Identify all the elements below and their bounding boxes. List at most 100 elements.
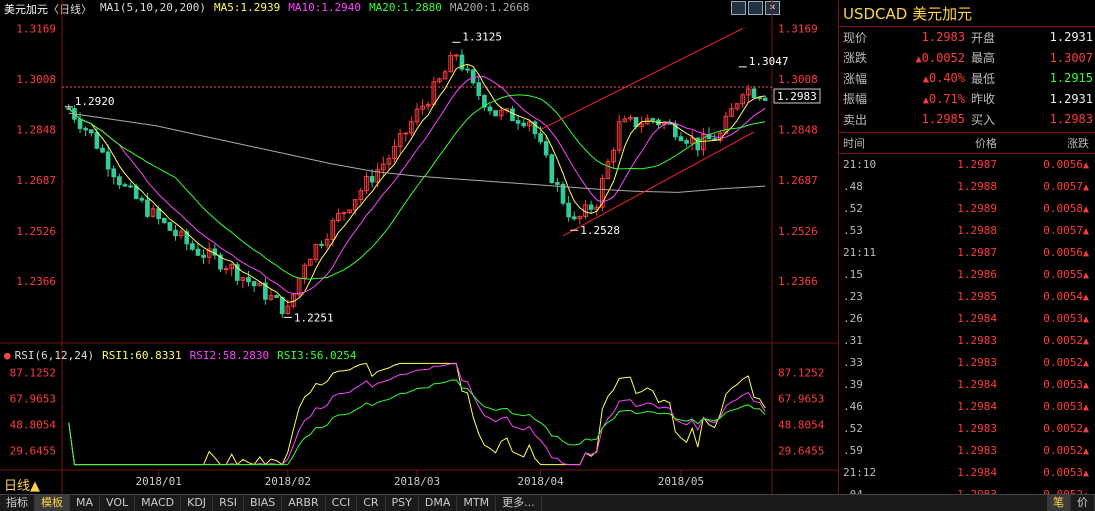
indicator-tab[interactable]: PSY: [386, 495, 419, 511]
tick-change: 0.0053▲: [1043, 312, 1089, 325]
tick-time: 21:12: [843, 466, 877, 479]
indicator-tab[interactable]: RSI: [213, 495, 244, 511]
tick-row: .15 1.2986 0.0055▲: [839, 264, 1095, 286]
candle-down: [173, 229, 178, 237]
indicator-tab[interactable]: 指标: [0, 495, 35, 511]
quote-label: 昨收: [971, 92, 996, 107]
indicator-tab[interactable]: CCI: [326, 495, 358, 511]
chart-area[interactable]: 美元加元 〈日线〉 MA1(5,10,20,200) MA5:1.2939 MA…: [0, 0, 838, 494]
candle-down: [139, 197, 145, 201]
quote-label: 涨幅: [843, 71, 868, 86]
x-tick-label: 2018/01: [135, 475, 181, 488]
indicator-tab[interactable]: VOL: [100, 495, 136, 511]
up-arrow-icon: ▲: [1082, 226, 1089, 237]
channel-upper-line: [540, 28, 743, 130]
rsi-tick-label-left: 67.9653: [10, 393, 56, 406]
indicator-tab[interactable]: ARBR: [282, 495, 326, 511]
panel-tab[interactable]: 笔: [1047, 495, 1071, 511]
candle-down: [538, 133, 543, 143]
candle-up: [453, 54, 459, 57]
tick-change: 0.0053▲: [1043, 378, 1089, 391]
indicator-tab[interactable]: MACD: [135, 495, 182, 511]
quote-panel: USDCAD 美元加元 现价 1.2983 开盘 1.2931 涨跌 ▲0.0052 最高 1…: [838, 0, 1095, 501]
tab-spacer: [542, 495, 1047, 511]
tick-row: .26 1.2984 0.0053▲: [839, 308, 1095, 330]
rsi-tick-label-left: 87.1252: [10, 367, 56, 380]
quote-value: ▲0.0052: [915, 50, 965, 65]
candle-down: [83, 127, 88, 131]
quote-label: 最低: [971, 71, 996, 86]
candle-down: [493, 110, 498, 117]
up-arrow-icon: ▲: [1082, 314, 1089, 325]
quote-value: 1.2915: [1049, 71, 1093, 86]
candle-down: [145, 199, 150, 217]
price-chart-svg[interactable]: 1.3169 1.3169 1.3008 1.3008 1.2848 1.2848 1.26…: [0, 0, 838, 494]
indicator-tab[interactable]: 更多...: [496, 495, 542, 511]
annotation-label: 1.2920: [75, 95, 115, 108]
tick-row: 21:10 1.2987 0.0056▲: [839, 154, 1095, 176]
candle-down: [100, 147, 105, 153]
quote-label: 卖出: [843, 112, 868, 127]
candle-down: [762, 97, 768, 101]
candle-down: [117, 176, 122, 186]
candle-down: [695, 137, 701, 151]
rsi3-value: RSI3:56.0254: [277, 349, 357, 362]
candle-down: [246, 277, 251, 283]
candle-down: [515, 120, 521, 124]
ma5-line: [68, 63, 766, 303]
candle-down: [650, 118, 656, 121]
candle-down: [470, 69, 476, 84]
tick-price: 1.2983: [957, 422, 997, 435]
tick-time: .31: [843, 334, 863, 347]
candle-down: [105, 151, 111, 170]
annotation-label: 1.2528: [580, 224, 620, 237]
quote-label: 开盘: [971, 30, 996, 45]
y-tick-label-left: 1.3169: [16, 22, 56, 35]
candle-down: [487, 106, 493, 112]
tick-change: 0.0052▲: [1043, 422, 1089, 435]
indicator-tab[interactable]: CR: [357, 495, 386, 511]
panel-tab[interactable]: 价: [1071, 495, 1095, 511]
up-arrow-icon: ▲: [1082, 424, 1089, 435]
tick-row: .53 1.2988 0.0057▲: [839, 220, 1095, 242]
x-tick-label: 2018/02: [265, 475, 311, 488]
tick-time: 21:10: [843, 158, 877, 171]
indicator-tab[interactable]: 模板: [35, 495, 70, 511]
tick-price: 1.2989: [957, 202, 997, 215]
indicator-tab[interactable]: MA: [70, 495, 101, 511]
current-price-label: 1.2983: [777, 90, 817, 103]
up-arrow-icon: ▲: [1082, 160, 1089, 171]
quote-label: 涨跌: [843, 51, 868, 66]
tick-row: .52 1.2983 0.0052▲: [839, 418, 1095, 440]
tick-time: .53: [843, 224, 863, 237]
rsi-line-rsi3: [68, 379, 766, 466]
tick-change: 0.0054▲: [1043, 290, 1089, 303]
tick-row: .52 1.2989 0.0058▲: [839, 198, 1095, 220]
candle-down: [156, 208, 161, 220]
candle-down: [555, 182, 560, 185]
rsi-title: RSI(6,12,24): [14, 349, 95, 362]
tick-list: 21:10 1.2987 0.0056▲ .48 1.2988 0.0057▲ .52 1.2…: [839, 154, 1095, 506]
y-tick-label-left: 1.2366: [16, 275, 56, 288]
candle-down: [111, 168, 117, 178]
y-tick-label-left: 1.2848: [16, 123, 56, 136]
y-tick-label-left: 1.2526: [16, 225, 56, 238]
rsi-tick-label-right: 67.9653: [778, 393, 824, 406]
candle-up: [223, 268, 229, 271]
tick-time: .52: [843, 202, 863, 215]
y-tick-label-right: 1.3169: [778, 22, 818, 35]
y-tick-label-left: 1.2687: [16, 174, 56, 187]
period-selector[interactable]: 日线▲: [4, 475, 40, 494]
candle-down: [571, 216, 577, 220]
indicator-tab[interactable]: BIAS: [244, 495, 283, 511]
indicator-tab[interactable]: DMA: [419, 495, 458, 511]
rsi2-value: RSI2:58.2830: [189, 349, 270, 362]
rsi1-value: RSI1:60.8331: [102, 349, 182, 362]
rsi-line-rsi2: [68, 363, 766, 466]
indicator-tab[interactable]: KDJ: [181, 495, 214, 511]
candle-down: [274, 295, 279, 298]
quote-value: 1.3007: [1049, 50, 1093, 65]
tick-row: .48 1.2988 0.0057▲: [839, 176, 1095, 198]
indicator-tab[interactable]: MTM: [457, 495, 497, 511]
tick-price: 1.2983: [957, 356, 997, 369]
